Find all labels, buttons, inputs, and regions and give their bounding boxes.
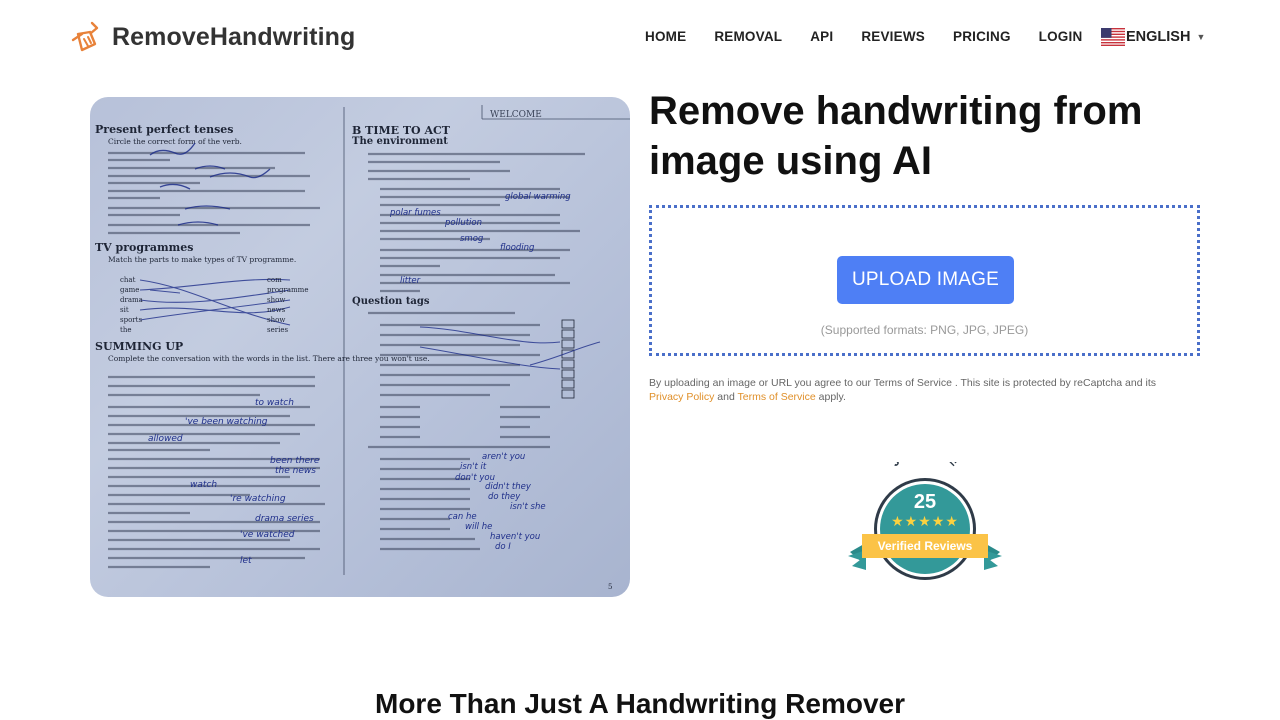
worksheet-left-lines — [108, 151, 320, 235]
worksheet-tv-heading: TV programmes — [95, 241, 193, 254]
svg-text:show: show — [267, 316, 285, 324]
svg-text:haven't you: haven't you — [490, 532, 540, 542]
svg-text:game: game — [120, 286, 139, 294]
svg-text:can he: can he — [448, 512, 477, 522]
svg-text:the news: the news — [275, 466, 316, 476]
terms-and-text: and — [714, 391, 738, 403]
svg-text:drama series: drama series — [255, 514, 314, 524]
section-title: More Than Just A Handwriting Remover — [375, 688, 905, 719]
upload-dropzone[interactable]: UPLOAD IMAGE (Supported formats: PNG, JP… — [649, 205, 1200, 356]
page-title: Remove handwriting from image using AI — [649, 89, 1143, 183]
svg-text:sit: sit — [120, 306, 129, 314]
upload-image-button[interactable]: UPLOAD IMAGE — [837, 256, 1014, 304]
svg-text:news: news — [267, 306, 286, 314]
svg-text:'re watching: 're watching — [230, 494, 286, 504]
worksheet-right-sub: The environment — [352, 136, 448, 147]
svg-text:been there: been there — [270, 456, 320, 466]
broom-icon — [71, 21, 99, 52]
brand-name: RemoveHandwriting — [112, 22, 356, 51]
header: RemoveHandwriting HOME REMOVAL API REVIE… — [0, 0, 1280, 76]
worksheet-left-heading: Present perfect tenses — [95, 123, 233, 136]
svg-text:isn't she: isn't she — [510, 502, 546, 512]
worksheet-welcome: WELCOME — [490, 110, 542, 120]
nav-login[interactable]: LOGIN — [1039, 29, 1083, 44]
terms-notice: By uploading an image or URL you agree t… — [649, 376, 1169, 404]
terms-of-service-link[interactable]: Terms of Service — [738, 391, 816, 403]
svg-text:series: series — [267, 326, 288, 334]
svg-text:litter: litter — [400, 276, 421, 286]
svg-text:watch: watch — [190, 480, 217, 490]
worksheet-summing-heading: SUMMING UP — [95, 340, 183, 353]
svg-text:polar fumes: polar fumes — [389, 208, 441, 218]
judgeme-verified-reviews-badge[interactable]: JUDGE.ME 25 ★★★★★ Verified Reviews — [848, 462, 1002, 582]
svg-text:'ve been watching: 've been watching — [185, 417, 268, 427]
example-image: WELCOME Present perfect tenses Circle th… — [90, 97, 630, 597]
answer-boxes — [561, 319, 575, 399]
nav-home[interactable]: HOME — [645, 29, 686, 44]
badge-label: Verified Reviews — [878, 539, 973, 553]
badge-brand: JUDGE.ME — [888, 462, 962, 469]
svg-text:flooding: flooding — [500, 243, 535, 253]
svg-text:aren't you: aren't you — [482, 452, 525, 462]
svg-text:the: the — [120, 326, 131, 334]
nav-removal[interactable]: REMOVAL — [714, 29, 782, 44]
privacy-policy-link[interactable]: Privacy Policy — [649, 391, 714, 403]
svg-text:'ve watched: 've watched — [240, 530, 295, 540]
handwriting-answers-tags: aren't you isn't it don't you didn't the… — [448, 452, 546, 552]
worksheet-page-number: 5 — [608, 583, 612, 591]
terms-suffix-text: apply. — [815, 391, 846, 403]
svg-text:let: let — [240, 556, 252, 566]
brand-logo[interactable]: RemoveHandwriting — [70, 20, 355, 54]
svg-text:to watch: to watch — [255, 398, 294, 408]
chevron-down-icon: ▼ — [1196, 32, 1206, 42]
worksheet-question-tags: Question tags — [352, 296, 430, 307]
svg-text:JUDGE.ME: JUDGE.ME — [888, 462, 962, 469]
nav-api[interactable]: API — [810, 29, 833, 44]
us-flag-icon — [1101, 28, 1125, 46]
svg-text:smog: smog — [460, 234, 484, 244]
svg-text:sports: sports — [120, 316, 142, 324]
svg-text:do they: do they — [488, 492, 521, 502]
svg-text:didn't they: didn't they — [485, 482, 532, 492]
badge-stars: ★★★★★ — [891, 513, 959, 529]
nav-pricing[interactable]: PRICING — [953, 29, 1011, 44]
worksheet-left-item: Circle the correct form of the verb. — [108, 137, 242, 146]
badge-review-count: 25 — [914, 491, 936, 513]
language-label: ENGLISH — [1126, 29, 1191, 45]
svg-text:will he: will he — [465, 522, 492, 532]
svg-text:programme: programme — [267, 286, 308, 294]
svg-text:global warming: global warming — [505, 192, 571, 202]
svg-text:com: com — [267, 276, 282, 284]
svg-text:pollution: pollution — [444, 218, 482, 228]
svg-text:drama: drama — [120, 296, 143, 304]
supported-formats: (Supported formats: PNG, JPG, JPEG) — [820, 323, 1029, 337]
nav-reviews[interactable]: REVIEWS — [861, 29, 925, 44]
main-nav: HOME REMOVAL API REVIEWS PRICING LOGIN — [645, 29, 1110, 44]
terms-text: By uploading an image or URL you agree t… — [649, 377, 1156, 389]
svg-text:chat: chat — [120, 276, 136, 284]
worksheet-tv-item: Match the parts to make types of TV prog… — [108, 255, 296, 264]
svg-text:do I: do I — [495, 542, 511, 552]
language-selector[interactable]: ENGLISH ▼ — [1101, 28, 1205, 46]
svg-text:isn't it: isn't it — [460, 462, 487, 472]
svg-text:allowed: allowed — [148, 434, 183, 444]
svg-text:show: show — [267, 296, 285, 304]
matching-words: chat game drama sit sports the com progr… — [120, 276, 308, 334]
